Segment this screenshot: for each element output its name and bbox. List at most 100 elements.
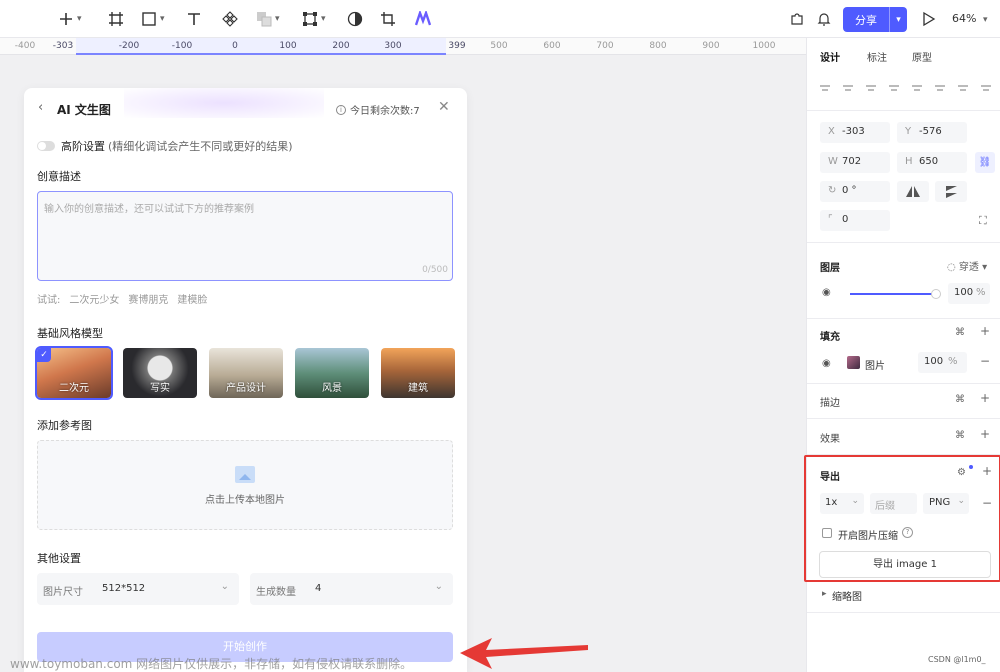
add-stroke-icon[interactable]: +: [980, 391, 990, 405]
opacity-slider-handle[interactable]: [931, 289, 941, 299]
vector-tool[interactable]: ▾: [302, 9, 326, 29]
corner-radius-field[interactable]: ⌜ 0: [820, 210, 890, 231]
ai-image-panel: ‹ AI 文生图 i 今日剩余次数:7 ✕ 高阶设置 (精细化调试会产生不同或更…: [24, 88, 467, 672]
tab-design[interactable]: 设计: [820, 49, 840, 64]
fill-image-thumbnail[interactable]: [847, 356, 860, 369]
style-card-realistic[interactable]: 写实: [123, 348, 197, 398]
panel-header: ‹ AI 文生图 i 今日剩余次数:7 ✕: [24, 88, 467, 128]
fill-opacity-value: 100: [924, 356, 944, 367]
corner-radius-icon: ⌜: [828, 214, 833, 225]
flip-vertical-icon: [946, 186, 957, 198]
generate-count-label: 生成数量: [256, 587, 296, 598]
share-button[interactable]: 分享 ▾: [843, 7, 907, 32]
chevron-left-icon[interactable]: ‹: [38, 100, 43, 115]
align-top-icon[interactable]: [888, 82, 900, 94]
style-card-architecture[interactable]: 建筑: [381, 348, 455, 398]
align-bottom-icon[interactable]: [934, 82, 946, 94]
shape-tool[interactable]: ▾: [141, 9, 165, 29]
image-size-value: 512*512: [102, 583, 146, 594]
style-card-anime[interactable]: ✓ 二次元: [35, 346, 113, 400]
opacity-slider-track[interactable]: [850, 293, 936, 295]
notification-button[interactable]: [816, 9, 832, 29]
distribute-vertical-icon[interactable]: [980, 82, 992, 94]
frame-icon: [109, 12, 123, 26]
properties-panel: 设计 标注 原型 X -303 Y -576 W 702 H 650 ⛓ ↻ 0…: [804, 38, 1000, 672]
zoom-level: 64%: [952, 12, 977, 25]
ai-tool[interactable]: [415, 9, 431, 29]
width-field[interactable]: W 702: [820, 152, 890, 173]
distribute-horizontal-icon[interactable]: [957, 82, 969, 94]
flip-horizontal-icon: [906, 186, 920, 197]
other-settings-label: 其他设置: [37, 552, 81, 565]
try-example-anime-girl[interactable]: 二次元少女: [69, 291, 119, 306]
stroke-label: 描边: [820, 398, 840, 409]
width-label: W: [828, 156, 838, 167]
style-card-label: 产品设计: [226, 383, 266, 394]
style-card-product[interactable]: 产品设计: [209, 348, 283, 398]
zoom-select[interactable]: 64% ▾: [952, 12, 987, 25]
upload-text: 点击上传本地图片: [205, 495, 285, 506]
align-left-icon[interactable]: [819, 82, 831, 94]
y-value: -576: [919, 126, 942, 137]
try-examples: 试试: 二次元少女 赛博朋克 建模脸: [37, 291, 207, 306]
opacity-field[interactable]: 100 %: [948, 283, 990, 304]
flip-vertical-button[interactable]: [935, 181, 967, 202]
align-right-icon[interactable]: [865, 82, 877, 94]
tab-prototype[interactable]: 原型: [912, 49, 932, 64]
advanced-toggle[interactable]: [37, 141, 55, 151]
watermark: www.toymoban.com 网络图片仅供展示，非存储，如有侵权请联系删除。: [10, 657, 413, 671]
style-library-icon[interactable]: ⌘: [955, 430, 965, 441]
eye-icon[interactable]: ◉: [822, 287, 831, 298]
horizontal-ruler: -400 -303 -200 -100 0 100 200 300 399 50…: [0, 38, 806, 55]
image-size-select[interactable]: 图片尺寸 512*512 ⌄: [37, 573, 239, 605]
prompt-input[interactable]: 输入你的创意描述，还可以试试下方的推荐案例 0/500: [37, 191, 453, 281]
tab-annotate[interactable]: 标注: [867, 49, 887, 64]
x-field[interactable]: X -303: [820, 122, 890, 143]
generate-count-select[interactable]: 生成数量 4 ⌄: [250, 573, 453, 605]
remove-fill-icon[interactable]: −: [980, 354, 990, 368]
height-field[interactable]: H 650: [897, 152, 967, 173]
plugin-button[interactable]: [789, 9, 805, 29]
try-example-cyberpunk[interactable]: 赛博朋克: [128, 291, 168, 306]
red-arrow-annotation: [460, 638, 588, 669]
reference-upload-area[interactable]: 点击上传本地图片: [37, 440, 453, 530]
try-example-model-face[interactable]: 建模脸: [177, 291, 207, 306]
boolean-tool[interactable]: ▾: [256, 9, 280, 29]
top-toolbar: ▾ ▾ ▾ ▾ 分享 ▾ 64% ▾: [0, 0, 1000, 38]
mask-tool[interactable]: [347, 9, 363, 29]
rotation-field[interactable]: ↻ 0 °: [820, 181, 890, 202]
style-library-icon[interactable]: ⌘: [955, 394, 965, 405]
advanced-hint: (精细化调试会产生不同或更好的结果): [108, 140, 293, 153]
panel-title: AI 文生图: [57, 103, 111, 117]
lock-ratio-button[interactable]: ⛓: [975, 152, 995, 173]
chevron-right-icon[interactable]: ▸: [822, 589, 827, 599]
style-library-icon[interactable]: ⌘: [955, 327, 965, 338]
percent-sign: %: [976, 287, 986, 298]
ruler-tick: -400: [14, 41, 36, 51]
y-field[interactable]: Y -576: [897, 122, 967, 143]
ruler-tick: 399: [448, 41, 466, 51]
eye-icon[interactable]: ◉: [822, 358, 831, 369]
text-tool[interactable]: [186, 9, 202, 29]
add-fill-icon[interactable]: +: [980, 324, 990, 338]
component-tool[interactable]: [222, 9, 238, 29]
chevron-down-icon[interactable]: ▾: [889, 7, 907, 32]
x-value: -303: [842, 126, 865, 137]
close-icon[interactable]: ✕: [438, 99, 450, 115]
independent-corners-icon[interactable]: ⛶: [979, 214, 987, 228]
align-middle-icon[interactable]: [911, 82, 923, 94]
frame-tool[interactable]: [108, 9, 124, 29]
crop-tool[interactable]: [380, 9, 396, 29]
align-center-icon[interactable]: [842, 82, 854, 94]
play-button[interactable]: [920, 9, 936, 29]
blend-mode-select[interactable]: ◌ 穿透 ▾: [947, 258, 987, 273]
quota-text: 今日剩余次数:7: [350, 106, 420, 117]
style-model-list: ✓ 二次元 写实 产品设计 风景 建筑: [35, 346, 455, 400]
flip-horizontal-button[interactable]: [897, 181, 929, 202]
add-effect-icon[interactable]: +: [980, 427, 990, 441]
style-card-landscape[interactable]: 风景: [295, 348, 369, 398]
thumbnail-label[interactable]: 缩略图: [832, 588, 862, 603]
advanced-label: 高阶设置: [61, 140, 105, 153]
fill-opacity-field[interactable]: 100 %: [918, 352, 967, 373]
add-tool[interactable]: ▾: [58, 9, 82, 29]
